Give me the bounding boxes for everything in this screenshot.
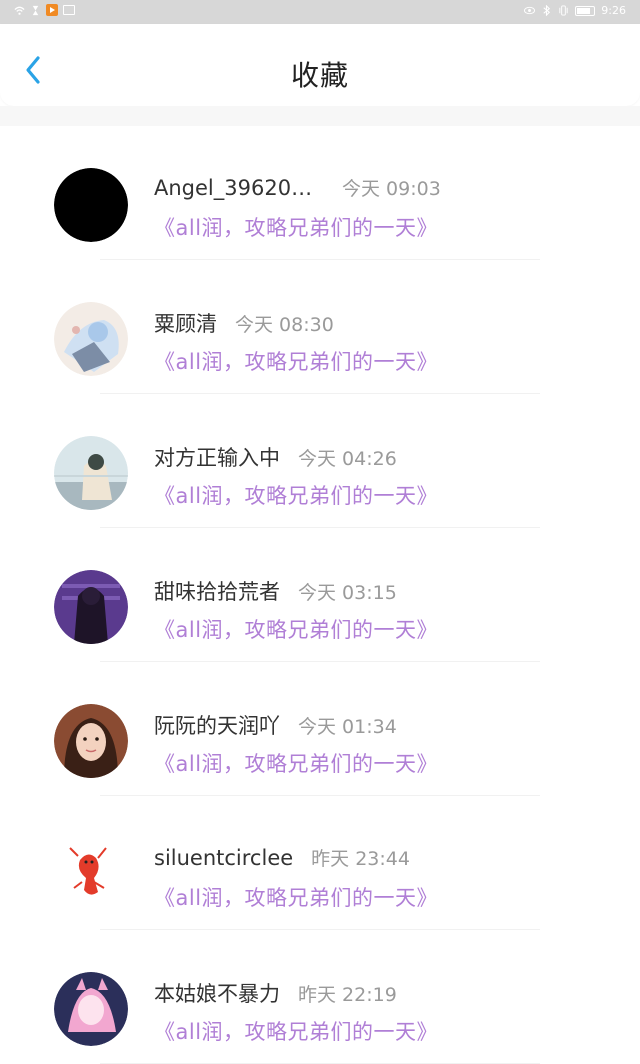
user-name: siluentcirclee <box>154 846 294 870</box>
status-right-icons: 9:26 <box>524 4 626 17</box>
avatar <box>54 704 128 778</box>
header: 收藏 <box>0 24 640 106</box>
user-name: 甜味拾拾荒者 <box>154 580 280 604</box>
user-name: Angel_396204... <box>154 176 324 200</box>
avatar <box>54 436 128 510</box>
timestamp: 今天 09:03 <box>342 178 441 200</box>
list-item[interactable]: siluentcirclee 昨天 23:44 《all润，攻略兄弟们的一天》 <box>0 796 640 930</box>
bluetooth-icon <box>543 5 551 16</box>
avatar <box>54 302 128 376</box>
avatar <box>54 570 128 644</box>
favorite-title[interactable]: 《all润，攻略兄弟们的一天》 <box>154 614 438 644</box>
status-left-icons <box>14 4 75 16</box>
timestamp: 昨天 22:19 <box>298 984 397 1006</box>
favorites-list: Angel_396204... 今天 09:03 《all润，攻略兄弟们的一天》… <box>0 126 640 1064</box>
list-item[interactable]: 粟顾清 今天 08:30 《all润，攻略兄弟们的一天》 <box>0 260 640 394</box>
favorite-title[interactable]: 《all润，攻略兄弟们的一天》 <box>154 882 438 912</box>
timestamp: 今天 01:34 <box>298 716 397 738</box>
message-app-icon <box>63 5 75 15</box>
avatar <box>54 972 128 1046</box>
user-name: 阮阮的天润吖 <box>154 714 280 738</box>
user-name: 粟顾清 <box>154 312 217 336</box>
timestamp: 昨天 23:44 <box>311 848 410 870</box>
timestamp: 今天 04:26 <box>298 448 397 470</box>
user-name: 本姑娘不暴力 <box>154 982 280 1006</box>
favorite-title[interactable]: 《all润，攻略兄弟们的一天》 <box>154 346 438 376</box>
avatar <box>54 838 128 912</box>
favorite-title[interactable]: 《all润，攻略兄弟们的一天》 <box>154 480 438 510</box>
header-separator <box>0 106 640 126</box>
favorite-title[interactable]: 《all润，攻略兄弟们的一天》 <box>154 748 438 778</box>
vibrate-icon <box>559 5 568 16</box>
list-item[interactable]: Angel_396204... 今天 09:03 《all润，攻略兄弟们的一天》 <box>0 126 640 260</box>
list-item[interactable]: 对方正输入中 今天 04:26 《all润，攻略兄弟们的一天》 <box>0 394 640 528</box>
status-time: 9:26 <box>601 4 626 17</box>
user-name: 对方正输入中 <box>154 446 280 470</box>
favorite-title[interactable]: 《all润，攻略兄弟们的一天》 <box>154 1016 438 1046</box>
avatar <box>54 168 128 242</box>
video-app-icon <box>46 4 58 16</box>
battery-icon <box>575 5 596 16</box>
wifi-icon <box>14 6 25 15</box>
status-bar: 9:26 <box>0 0 640 24</box>
list-item[interactable]: 甜味拾拾荒者 今天 03:15 《all润，攻略兄弟们的一天》 <box>0 528 640 662</box>
hourglass-icon <box>32 5 39 15</box>
page-title: 收藏 <box>290 59 349 92</box>
list-item[interactable]: 本姑娘不暴力 昨天 22:19 《all润，攻略兄弟们的一天》 <box>0 930 640 1064</box>
favorite-title[interactable]: 《all润，攻略兄弟们的一天》 <box>154 212 438 242</box>
timestamp: 今天 03:15 <box>298 582 397 604</box>
list-item[interactable]: 阮阮的天润吖 今天 01:34 《all润，攻略兄弟们的一天》 <box>0 662 640 796</box>
eye-icon <box>524 6 536 15</box>
timestamp: 今天 08:30 <box>235 314 334 336</box>
